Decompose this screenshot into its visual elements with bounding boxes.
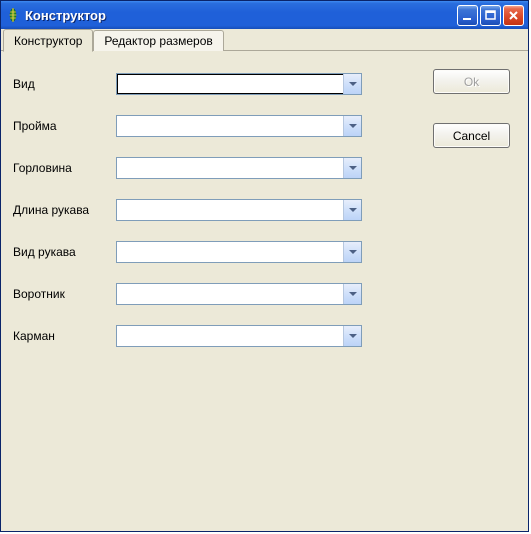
client-area: Конструктор Редактор размеров Вид Пройма bbox=[1, 29, 528, 531]
tab-label: Конструктор bbox=[14, 34, 82, 48]
button-label: Cancel bbox=[453, 129, 490, 143]
field-label: Длина рукава bbox=[1, 203, 116, 217]
chevron-down-icon[interactable] bbox=[343, 284, 361, 304]
combo-value bbox=[117, 242, 343, 262]
field-label: Пройма bbox=[1, 119, 116, 133]
combo-vid[interactable] bbox=[116, 73, 362, 95]
field-row-vorotnik: Воротник bbox=[1, 283, 381, 305]
maximize-button[interactable] bbox=[480, 5, 501, 26]
cancel-button[interactable]: Cancel bbox=[433, 123, 510, 148]
tab-panel: Вид Пройма Горловина bbox=[1, 51, 528, 531]
window-controls bbox=[457, 5, 524, 26]
close-button[interactable] bbox=[503, 5, 524, 26]
app-window: Конструктор Конструктор Редактор размеро… bbox=[0, 0, 529, 532]
combo-value bbox=[117, 284, 343, 304]
field-label: Карман bbox=[1, 329, 116, 343]
combo-value bbox=[117, 200, 343, 220]
form-area: Вид Пройма Горловина bbox=[1, 57, 381, 525]
field-row-gorlovina: Горловина bbox=[1, 157, 381, 179]
chevron-down-icon[interactable] bbox=[343, 116, 361, 136]
title-bar: Конструктор bbox=[1, 1, 528, 29]
tab-size-editor[interactable]: Редактор размеров bbox=[93, 30, 223, 51]
tab-strip: Конструктор Редактор размеров bbox=[1, 29, 528, 51]
combo-proima[interactable] bbox=[116, 115, 362, 137]
chevron-down-icon[interactable] bbox=[343, 158, 361, 178]
combo-karman[interactable] bbox=[116, 325, 362, 347]
combo-value bbox=[117, 74, 343, 94]
field-label: Вид bbox=[1, 77, 116, 91]
app-icon bbox=[5, 7, 21, 23]
field-label: Вид рукава bbox=[1, 245, 116, 259]
combo-vorotnik[interactable] bbox=[116, 283, 362, 305]
combo-value bbox=[117, 158, 343, 178]
window-title: Конструктор bbox=[25, 8, 457, 23]
ok-button[interactable]: Ok bbox=[433, 69, 510, 94]
combo-value bbox=[117, 326, 343, 346]
combo-dlina-rukava[interactable] bbox=[116, 199, 362, 221]
field-row-proima: Пройма bbox=[1, 115, 381, 137]
chevron-down-icon[interactable] bbox=[343, 242, 361, 262]
field-row-karman: Карман bbox=[1, 325, 381, 347]
side-button-area: Ok Cancel bbox=[389, 51, 522, 525]
tab-label: Редактор размеров bbox=[104, 34, 212, 48]
field-row-vid: Вид bbox=[1, 73, 381, 95]
minimize-button[interactable] bbox=[457, 5, 478, 26]
field-label: Горловина bbox=[1, 161, 116, 175]
combo-gorlovina[interactable] bbox=[116, 157, 362, 179]
chevron-down-icon[interactable] bbox=[343, 200, 361, 220]
button-label: Ok bbox=[464, 75, 479, 89]
tab-constructor[interactable]: Конструктор bbox=[3, 29, 93, 52]
combo-value bbox=[117, 116, 343, 136]
field-row-dlina-rukava: Длина рукава bbox=[1, 199, 381, 221]
chevron-down-icon[interactable] bbox=[343, 326, 361, 346]
field-label: Воротник bbox=[1, 287, 116, 301]
combo-vid-rukava[interactable] bbox=[116, 241, 362, 263]
field-row-vid-rukava: Вид рукава bbox=[1, 241, 381, 263]
chevron-down-icon[interactable] bbox=[343, 74, 361, 94]
